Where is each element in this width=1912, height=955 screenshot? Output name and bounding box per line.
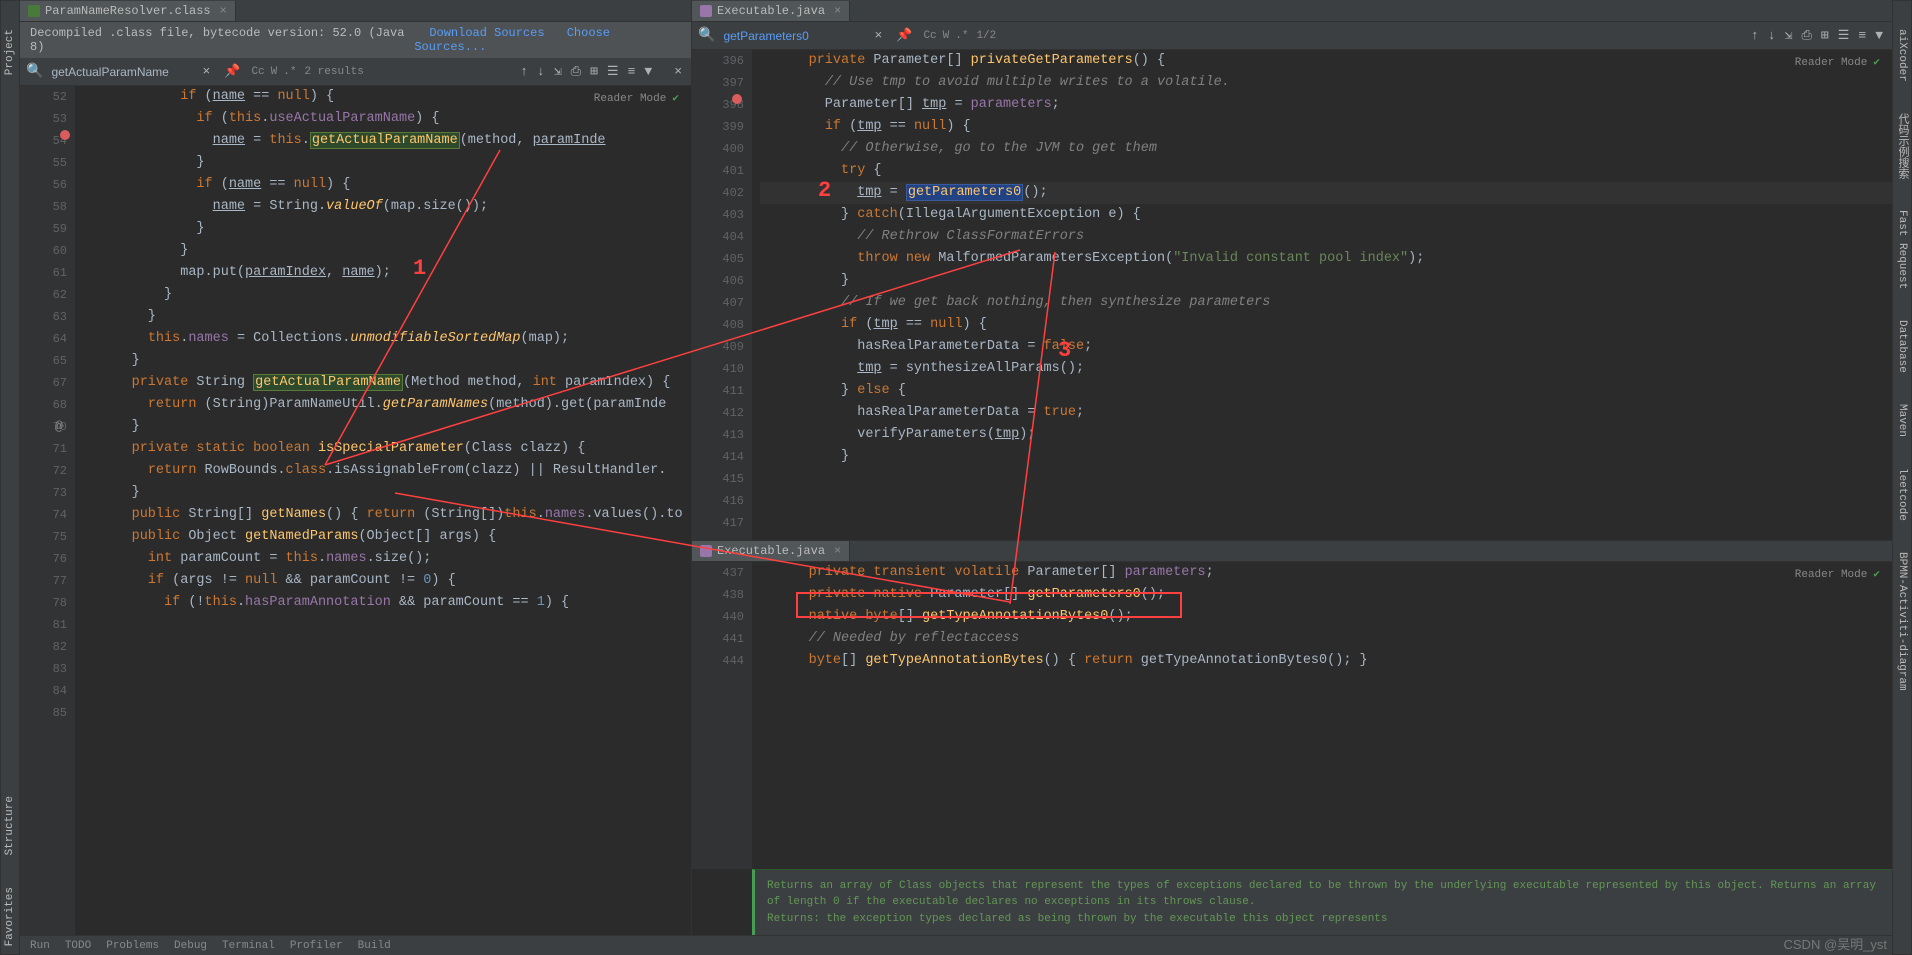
close-findbar-icon[interactable]: ×	[671, 62, 685, 81]
opt2-icon[interactable]: ☰	[604, 62, 622, 81]
right-tool-strip: aiXcoder 代码示例搜索 Fast Request Database Ma…	[1892, 0, 1912, 955]
class-icon	[28, 5, 40, 17]
status-terminal[interactable]: Terminal	[222, 940, 275, 952]
status-todo[interactable]: TODO	[65, 940, 91, 952]
opt3-icon[interactable]: ≡	[625, 62, 639, 81]
find-input[interactable]	[723, 29, 863, 43]
find-counter: 1/2	[976, 30, 996, 42]
right-bot-gutter: 437438440441444	[692, 562, 752, 869]
status-debug[interactable]: Debug	[174, 940, 207, 952]
search-icon: 🔍	[698, 27, 715, 44]
regex[interactable]: .*	[955, 30, 968, 42]
tab-label: ParamNameResolver.class	[45, 4, 211, 18]
left-tabs: ParamNameResolver.class ×	[20, 0, 691, 22]
java-icon	[700, 545, 712, 557]
left-editor-pane: ParamNameResolver.class × Decompiled .cl…	[20, 0, 692, 935]
pin-icon[interactable]: 📌	[221, 62, 243, 81]
vtab-bpmn[interactable]: BPMN-Activiti-diagram	[1894, 544, 1910, 699]
tab-label: Executable.java	[717, 4, 825, 18]
right-bot-code[interactable]: private transient volatile Parameter[] p…	[752, 562, 1892, 869]
funnel-icon[interactable]: ▼	[1872, 26, 1886, 45]
vtab-leetcode[interactable]: leetcode	[1894, 460, 1910, 529]
opt2-icon[interactable]: ☰	[1835, 26, 1853, 45]
left-gutter: 525354555658596061626364656768@707172737…	[20, 86, 75, 935]
download-sources-link[interactable]: Download Sources	[429, 26, 544, 40]
search-icon: 🔍	[26, 63, 43, 80]
check-icon: ✔	[1873, 569, 1880, 581]
tab-paramnameresolver[interactable]: ParamNameResolver.class ×	[20, 1, 236, 21]
vtab-fast-request[interactable]: Fast Request	[1894, 202, 1910, 297]
left-editor[interactable]: Reader Mode✔ 525354555658596061626364656…	[20, 86, 691, 935]
status-run[interactable]: Run	[30, 940, 50, 952]
vtab-code-search[interactable]: 代码示例搜索	[1892, 105, 1912, 187]
vtab-aixcoder[interactable]: aiXcoder	[1894, 21, 1910, 90]
regex[interactable]: .*	[283, 66, 296, 78]
funnel-icon[interactable]: ▼	[641, 62, 655, 81]
left-code[interactable]: if (name == null) { if (this.useActualPa…	[75, 86, 691, 935]
vtab-maven[interactable]: Maven	[1894, 396, 1910, 445]
words[interactable]: W	[271, 66, 278, 78]
match-case[interactable]: Cc	[923, 30, 936, 42]
left-find-bar: 🔍 × 📌 Cc W .* 2 results ↑ ↓ ⇲ ⎙ ⊞ ☰ ≡ ▼ ×	[20, 58, 691, 86]
decompiled-banner: Decompiled .class file, bytecode version…	[20, 22, 691, 58]
find-input[interactable]	[51, 65, 191, 79]
javadoc-panel: Returns an array of Class objects that r…	[752, 869, 1892, 936]
right-bot-editor[interactable]: Reader Mode✔ 437438440441444 private tra…	[692, 562, 1892, 869]
left-tool-strip: Project Structure Favorites	[0, 0, 20, 955]
tab-executable-top[interactable]: Executable.java ×	[692, 1, 850, 21]
status-bar: Run TODO Problems Debug Terminal Profile…	[20, 935, 1892, 955]
close-icon[interactable]: ×	[834, 544, 841, 558]
match-case[interactable]: Cc	[251, 66, 264, 78]
right-top-editor[interactable]: Reader Mode✔ 396397398399400401402403404…	[692, 50, 1892, 540]
check-icon: ✔	[672, 93, 679, 105]
select-all-icon[interactable]: ⇲	[1782, 26, 1796, 45]
check-icon: ✔	[1873, 57, 1880, 69]
doc-line-1: Returns an array of Class objects that r…	[767, 878, 1880, 911]
vtab-structure[interactable]: Structure	[2, 788, 18, 863]
opt1-icon[interactable]: ⊞	[1818, 26, 1832, 45]
find-results: 2 results	[304, 66, 363, 78]
close-icon[interactable]: ×	[220, 4, 227, 18]
filter-icon[interactable]: ⎙	[568, 62, 584, 81]
find-close-icon[interactable]: ×	[871, 26, 885, 45]
prev-icon[interactable]: ↑	[1748, 26, 1762, 45]
status-profiler[interactable]: Profiler	[290, 940, 343, 952]
close-icon[interactable]: ×	[834, 4, 841, 18]
watermark: CSDN @吴明_yst	[1784, 934, 1888, 953]
right-top-code[interactable]: private Parameter[] privateGetParameters…	[752, 50, 1892, 540]
vtab-favorites[interactable]: Favorites	[2, 879, 18, 954]
tab-executable-bot[interactable]: Executable.java ×	[692, 541, 850, 561]
select-all-icon[interactable]: ⇲	[551, 62, 565, 81]
right-top-gutter: 3963973983994004014024034044054064074084…	[692, 50, 752, 540]
opt3-icon[interactable]: ≡	[1855, 26, 1869, 45]
opt1-icon[interactable]: ⊞	[587, 62, 601, 81]
find-close-icon[interactable]: ×	[199, 62, 213, 81]
filter-icon[interactable]: ⎙	[1798, 26, 1814, 45]
prev-icon[interactable]: ↑	[517, 62, 531, 81]
doc-line-2: Returns: the exception types declared as…	[767, 911, 1880, 928]
reader-mode-toggle[interactable]: Reader Mode✔	[1795, 567, 1880, 581]
vtab-project[interactable]: Project	[2, 21, 18, 83]
right-top-tabs: Executable.java ×	[692, 0, 1892, 22]
pin-icon[interactable]: 📌	[893, 26, 915, 45]
vtab-database[interactable]: Database	[1894, 312, 1910, 381]
next-icon[interactable]: ↓	[1765, 26, 1779, 45]
status-problems[interactable]: Problems	[106, 940, 159, 952]
right-find-bar: 🔍 × 📌 Cc W .* 1/2 ↑ ↓ ⇲ ⎙ ⊞ ☰ ≡ ▼	[692, 22, 1892, 50]
words[interactable]: W	[943, 30, 950, 42]
java-icon	[700, 5, 712, 17]
reader-mode-toggle[interactable]: Reader Mode✔	[594, 91, 679, 105]
tab-label: Executable.java	[717, 544, 825, 558]
status-build[interactable]: Build	[358, 940, 391, 952]
right-bot-tabs: Executable.java ×	[692, 540, 1892, 562]
next-icon[interactable]: ↓	[534, 62, 548, 81]
reader-mode-toggle[interactable]: Reader Mode✔	[1795, 55, 1880, 69]
banner-text: Decompiled .class file, bytecode version…	[30, 26, 414, 54]
